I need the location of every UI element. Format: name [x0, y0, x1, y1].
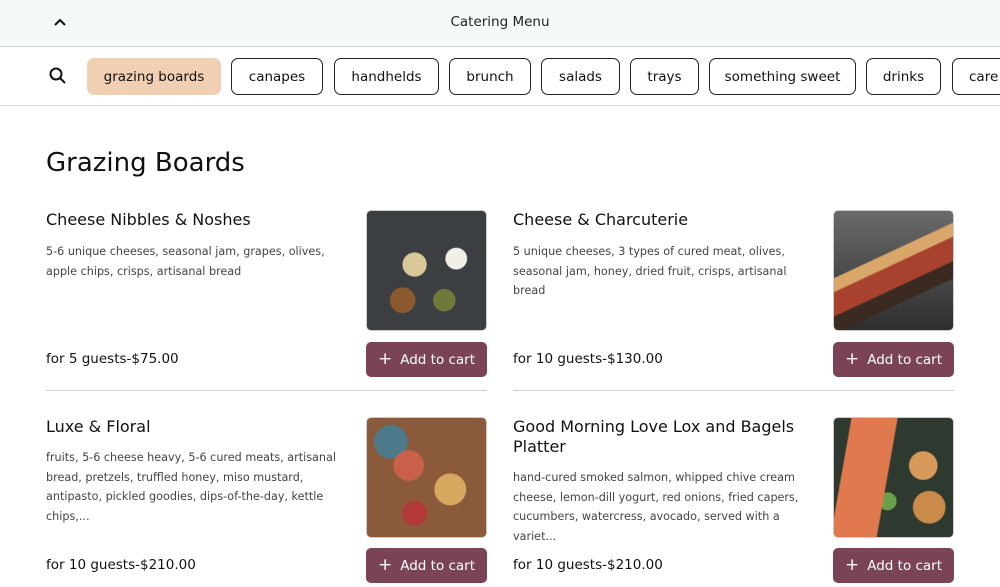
add-to-cart-button[interactable]: + Add to cart: [833, 548, 954, 583]
chip-brunch[interactable]: brunch: [449, 58, 531, 95]
menu-item-card: Luxe & Floral fruits, 5-6 cheese heavy, …: [46, 417, 487, 587]
item-price: for 10 guests-$130.00: [513, 351, 663, 367]
divider: [46, 390, 487, 391]
search-icon[interactable]: [48, 66, 68, 86]
item-price: for 10 guests-$210.00: [46, 557, 196, 573]
item-price: for 5 guests-$75.00: [46, 351, 179, 367]
chip-handhelds[interactable]: handhelds: [334, 58, 439, 95]
section-title: Grazing Boards: [46, 148, 245, 178]
item-description: fruits, 5-6 cheese heavy, 5-6 cured meat…: [46, 451, 336, 523]
plus-icon: +: [377, 349, 393, 369]
item-description: 5 unique cheeses, 3 types of cured meat,…: [513, 245, 787, 297]
plus-icon: +: [844, 555, 860, 575]
add-to-cart-button[interactable]: + Add to cart: [366, 342, 487, 377]
header: Catering Menu: [0, 0, 1000, 47]
chip-trays[interactable]: trays: [630, 58, 699, 95]
menu-item-card: Cheese & Charcuterie 5 unique cheeses, 3…: [513, 210, 954, 380]
item-image[interactable]: [366, 417, 487, 538]
category-bar: grazing boards canapes handhelds brunch …: [0, 47, 1000, 106]
chip-salads[interactable]: salads: [541, 58, 620, 95]
item-description: hand-cured smoked salmon, whipped chive …: [513, 471, 799, 543]
item-price: for 10 guests-$210.00: [513, 557, 663, 573]
plus-icon: +: [377, 555, 393, 575]
item-image[interactable]: [833, 210, 954, 331]
item-image[interactable]: [833, 417, 954, 538]
item-name: Cheese & Charcuterie: [513, 210, 689, 229]
add-to-cart-button[interactable]: + Add to cart: [366, 548, 487, 583]
item-name: Luxe & Floral: [46, 417, 151, 436]
chip-drinks[interactable]: drinks: [866, 58, 941, 95]
menu-item-card: Good Morning Love Lox and Bagels Platter…: [513, 417, 954, 587]
chip-care[interactable]: care: [952, 58, 1000, 95]
menu-item-card: Cheese Nibbles & Noshes 5-6 unique chees…: [46, 210, 487, 380]
plus-icon: +: [844, 349, 860, 369]
item-image[interactable]: [366, 210, 487, 331]
divider: [513, 390, 954, 391]
page-title: Catering Menu: [450, 14, 550, 30]
chip-grazing-boards[interactable]: grazing boards: [87, 58, 221, 95]
item-description: 5-6 unique cheeses, seasonal jam, grapes…: [46, 245, 325, 278]
add-to-cart-button[interactable]: + Add to cart: [833, 342, 954, 377]
chip-canapes[interactable]: canapes: [231, 58, 323, 95]
chip-something-sweet[interactable]: something sweet: [709, 58, 856, 95]
item-name: Cheese Nibbles & Noshes: [46, 210, 251, 229]
item-name: Good Morning Love Lox and Bagels Platter: [513, 417, 795, 456]
